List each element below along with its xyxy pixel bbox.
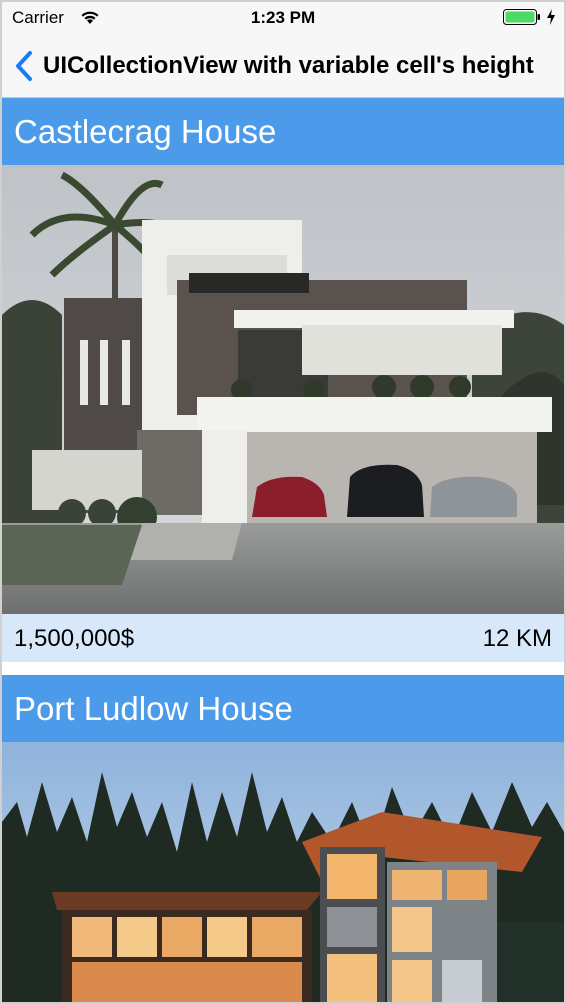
collection-cell[interactable]: Castlecrag House 1,500,000$ 12 KM xyxy=(2,98,564,662)
collection-cell[interactable]: Port Ludlow House xyxy=(2,675,564,1004)
page-title: UICollectionView with variable cell's he… xyxy=(43,52,534,79)
chevron-left-icon[interactable] xyxy=(12,50,38,82)
price-label: 1,500,000$ xyxy=(14,625,135,652)
house-photo xyxy=(2,165,564,614)
cell-info-bar: 1,500,000$ 12 KM xyxy=(2,614,564,662)
charging-bolt-icon xyxy=(547,9,555,25)
clock-time: 1:23 PM xyxy=(250,8,316,27)
battery-icon xyxy=(503,9,540,25)
cell-separator xyxy=(2,662,564,675)
navigation-bar: UICollectionView with variable cell's he… xyxy=(0,36,566,98)
status-bar: Carrier 1:23 PM xyxy=(0,0,566,36)
cell-title: Port Ludlow House xyxy=(2,675,564,742)
cell-title: Castlecrag House xyxy=(2,98,564,165)
distance-label: 12 KM xyxy=(482,625,552,652)
collection-view[interactable]: Castlecrag House 1,500,000$ 12 KM Port L… xyxy=(2,98,564,1004)
house-photo xyxy=(2,742,564,1004)
